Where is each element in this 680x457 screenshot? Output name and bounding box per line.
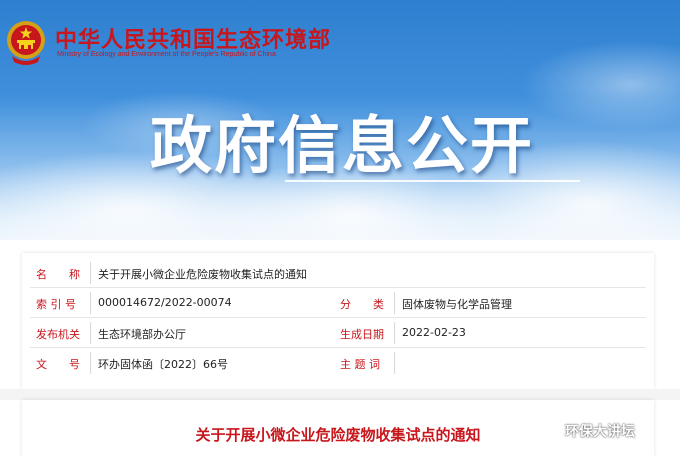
divider (90, 352, 91, 374)
header-banner: 中华人民共和国生态环境部 Ministry of Ecology and Env… (0, 0, 680, 240)
name-label: 名 称 (36, 268, 80, 281)
category-label: 分 类 (340, 298, 384, 311)
index-value: 000014672/2022-00074 (98, 296, 232, 309)
issuer-value: 生态环境部办公厅 (98, 328, 186, 341)
divider (90, 292, 91, 314)
divider (394, 322, 395, 344)
title-underline (285, 180, 580, 182)
info-row-name: 名 称 关于开展小微企业危险废物收集试点的通知 (30, 258, 646, 288)
divider (394, 352, 395, 374)
date-label: 生成日期 (340, 328, 384, 341)
index-label: 索 引 号 (36, 298, 76, 311)
watermark: 环保大讲坛 (540, 421, 635, 441)
date-value: 2022-02-23 (402, 326, 466, 339)
divider (90, 262, 91, 284)
name-value: 关于开展小微企业危险废物收集试点的通知 (98, 268, 307, 281)
watermark-text: 环保大讲坛 (565, 424, 635, 440)
divider (394, 292, 395, 314)
divider (90, 322, 91, 344)
docno-label: 文 号 (36, 358, 80, 371)
wechat-icon (540, 423, 561, 439)
ministry-name-en: Ministry of Ecology and Environment of t… (57, 51, 276, 58)
document-info-panel: 名 称 关于开展小微企业危险废物收集试点的通知 索 引 号 000014672/… (22, 253, 654, 389)
docno-value: 环办固体函〔2022〕66号 (98, 358, 228, 371)
banner-title: 政府信息公开 (150, 109, 535, 182)
info-row-index: 索 引 号 000014672/2022-00074 分 类 固体废物与化学品管… (30, 288, 646, 318)
info-row-docno: 文 号 环办固体函〔2022〕66号 主 题 词 (30, 348, 646, 377)
ministry-name-cn: 中华人民共和国生态环境部 (55, 28, 332, 53)
info-row-issuer: 发布机关 生态环境部办公厅 生成日期 2022-02-23 (30, 318, 646, 348)
issuer-label: 发布机关 (36, 328, 80, 341)
category-value: 固体废物与化学品管理 (402, 298, 512, 311)
subject-label: 主 题 词 (340, 358, 380, 371)
national-emblem-icon (7, 21, 45, 65)
section-gap (0, 389, 680, 400)
